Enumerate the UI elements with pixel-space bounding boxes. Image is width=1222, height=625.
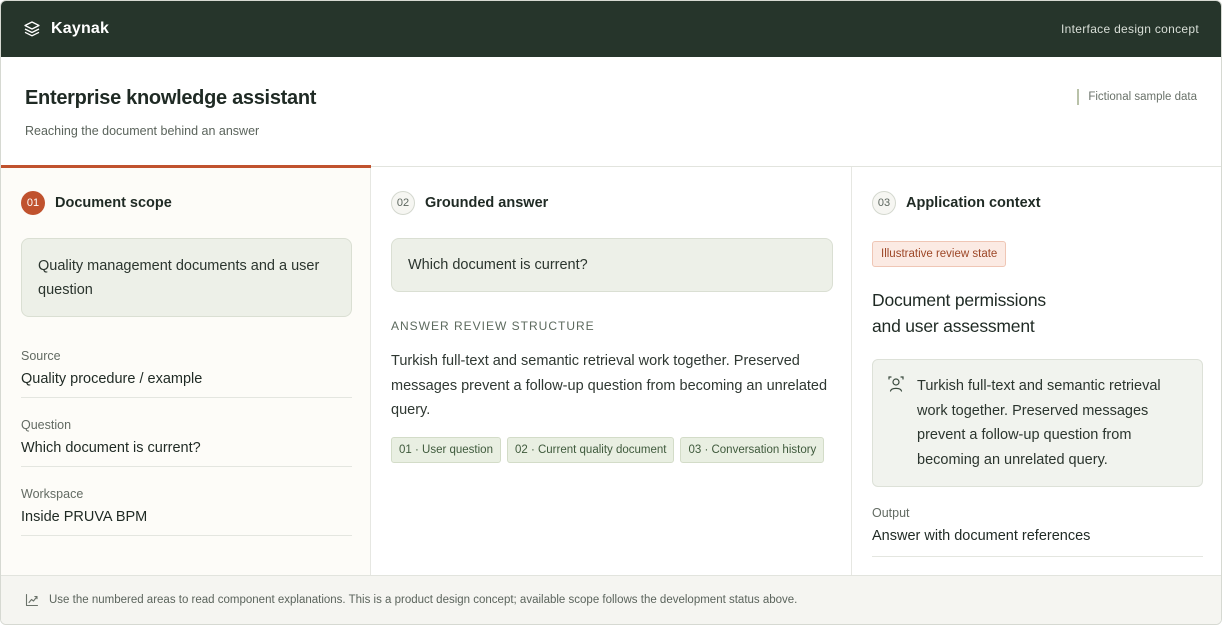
sample-data-note: Fictional sample data <box>1077 89 1197 105</box>
page-title: Enterprise knowledge assistant <box>25 87 317 109</box>
concept-label: Interface design concept <box>1061 22 1199 36</box>
step-header-3: 03 Application context <box>872 167 1204 215</box>
active-step-indicator <box>1 165 371 168</box>
grounded-answer-panel[interactable]: 02 Grounded answer Which document is cur… <box>372 167 852 577</box>
reference-chip-quality-document[interactable]: 02 · Current quality document <box>506 436 675 463</box>
field-label: Source <box>21 349 61 363</box>
context-title-line-1: Document permissions <box>872 290 1046 310</box>
footer-text: Use the numbered areas to read component… <box>49 594 798 606</box>
workspace-field: Workspace Inside PRUVA BPM <box>21 487 352 536</box>
step-number-badge: 01 <box>21 191 45 215</box>
output-field: Output Answer with document references <box>872 506 1203 557</box>
step-header-2: 02 Grounded answer <box>391 167 832 215</box>
context-title-line-2: and user assessment <box>872 316 1035 336</box>
step-header-1: 01 Document scope <box>21 167 350 215</box>
field-value: Quality procedure / example <box>21 371 203 387</box>
answer-text: Turkish full-text and semantic retrieval… <box>391 353 828 418</box>
question-bubble: Which document is current? <box>391 238 833 292</box>
answer-review-caption: ANSWER REVIEW STRUCTURE <box>391 319 595 333</box>
reference-chip-user-question[interactable]: 01 · User question <box>391 436 501 463</box>
chart-line-icon <box>25 593 39 607</box>
app-name: Kaynak <box>51 20 110 37</box>
scope-bubble: Quality management documents and a user … <box>21 238 352 317</box>
reference-chips: 01 · User question 02 · Current quality … <box>391 436 833 463</box>
step-title: Grounded answer <box>425 195 549 211</box>
review-state-badge: Illustrative review state <box>872 241 1007 267</box>
context-box: Turkish full-text and semantic retrieval… <box>872 359 1203 487</box>
user-assessment-icon <box>887 375 905 393</box>
field-label: Output <box>872 506 910 520</box>
step-title: Document scope <box>55 195 172 211</box>
field-value: Inside PRUVA BPM <box>21 509 148 525</box>
field-label: Workspace <box>21 487 84 501</box>
application-context-panel[interactable]: 03 Application context Illustrative revi… <box>853 167 1221 577</box>
context-title: Document permissions and user assessment <box>872 287 1204 339</box>
step-title: Application context <box>906 195 1041 211</box>
context-text: Turkish full-text and semantic retrieval… <box>917 378 1161 468</box>
field-value: Which document is current? <box>21 440 201 456</box>
page-header: Enterprise knowledge assistant Reaching … <box>1 57 1221 167</box>
app-frame: Kaynak Interface design concept Enterpri… <box>0 0 1222 625</box>
document-scope-panel[interactable]: 01 Document scope Quality management doc… <box>1 165 371 577</box>
step-number-badge: 03 <box>872 191 896 215</box>
page-subtitle: Reaching the document behind an answer <box>25 124 260 138</box>
reference-chip-conversation-history[interactable]: 03 · Conversation history <box>680 436 825 463</box>
source-field: Source Quality procedure / example <box>21 349 352 398</box>
layers-icon <box>23 20 41 38</box>
brand[interactable]: Kaynak <box>23 20 109 38</box>
top-bar: Kaynak Interface design concept <box>1 1 1221 57</box>
footer-bar: Use the numbered areas to read component… <box>1 575 1221 624</box>
field-label: Question <box>21 418 72 432</box>
question-field: Question Which document is current? <box>21 418 352 467</box>
field-value: Answer with document references <box>872 528 1091 544</box>
step-number-badge: 02 <box>391 191 415 215</box>
